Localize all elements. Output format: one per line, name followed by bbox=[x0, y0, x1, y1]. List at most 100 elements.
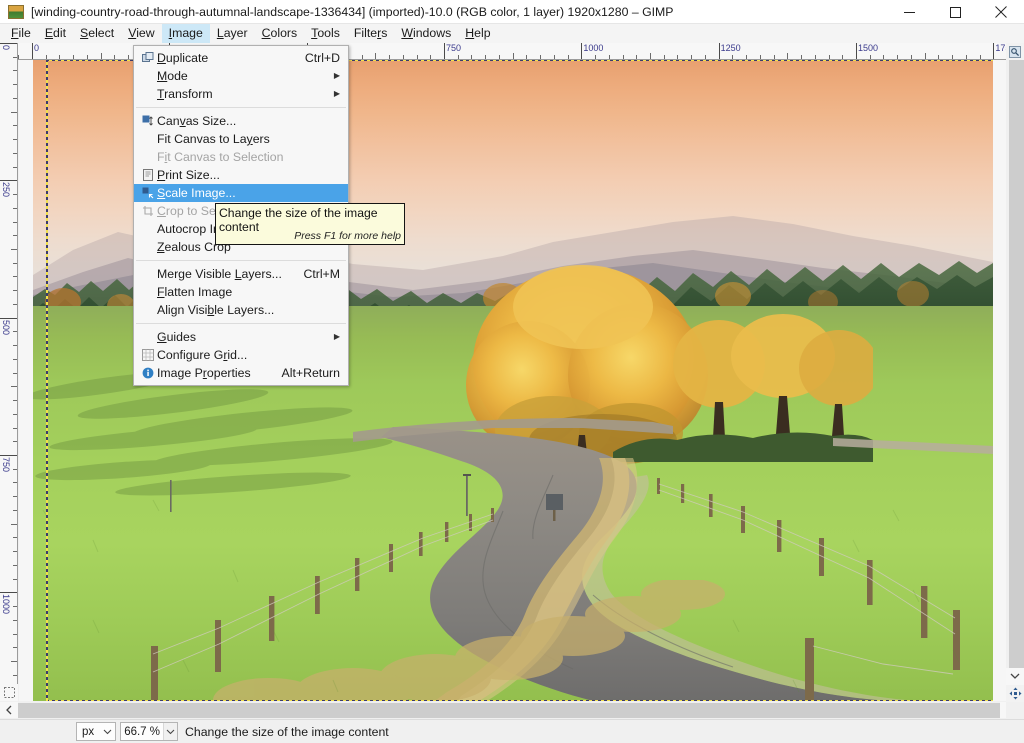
ruler-tick bbox=[828, 55, 830, 59]
ruler-tick bbox=[553, 55, 555, 59]
scroll-down-button[interactable] bbox=[1006, 668, 1024, 685]
menubar-item-help[interactable]: Help bbox=[458, 24, 497, 43]
zoom-image-button[interactable] bbox=[1006, 43, 1024, 60]
ruler-tick bbox=[11, 386, 17, 388]
tooltip-help-hint: Press F1 for more help bbox=[294, 230, 401, 242]
menu-item-configure-grid[interactable]: Configure Grid... bbox=[134, 346, 348, 364]
menu-label: Print Size... bbox=[157, 168, 220, 182]
menu-item-merge-visible-layers[interactable]: Merge Visible Layers... Ctrl+M bbox=[134, 265, 348, 283]
menubar-item-file[interactable]: File bbox=[4, 24, 38, 43]
ruler-tick bbox=[114, 55, 116, 59]
window-resize-grip[interactable] bbox=[1006, 702, 1024, 718]
menubar-item-tools[interactable]: Tools bbox=[304, 24, 347, 43]
ruler-tick bbox=[869, 55, 871, 59]
ruler-tick bbox=[0, 43, 17, 44]
chevron-down-icon[interactable] bbox=[163, 723, 177, 740]
ruler-tick bbox=[45, 55, 47, 59]
ruler-tick bbox=[993, 43, 995, 59]
menubar-item-filters[interactable]: Filters bbox=[347, 24, 395, 43]
ruler-tick bbox=[856, 43, 857, 59]
menu-label: Align Visible Layers... bbox=[157, 303, 275, 317]
minimize-button[interactable] bbox=[886, 0, 932, 24]
ruler-tick bbox=[402, 55, 404, 59]
menu-label: Fit Canvas to Selection bbox=[157, 150, 284, 164]
ruler-tick bbox=[11, 523, 17, 525]
menubar-item-windows[interactable]: Windows bbox=[394, 24, 458, 43]
ruler-tick bbox=[663, 55, 665, 59]
maximize-button[interactable] bbox=[932, 0, 978, 24]
ruler-tick bbox=[13, 303, 17, 305]
ruler-tick bbox=[457, 55, 459, 59]
scale-image-icon bbox=[139, 185, 156, 201]
scroll-left-button[interactable] bbox=[0, 702, 18, 718]
menu-item-canvas-size[interactable]: Canvas Size... bbox=[134, 112, 348, 130]
ruler-label-v: 750 bbox=[1, 457, 11, 473]
ruler-tick bbox=[526, 55, 528, 59]
menubar-item-image[interactable]: Image bbox=[161, 24, 210, 43]
far-road-strip bbox=[833, 438, 993, 454]
menu-item-image-properties[interactable]: Image Properties Alt+Return bbox=[134, 364, 348, 382]
ruler-tick bbox=[13, 207, 17, 209]
window-title: [winding-country-road-through-autumnal-l… bbox=[31, 4, 674, 19]
canvas-size-icon bbox=[139, 113, 156, 129]
menu-item-flatten-image[interactable]: Flatten Image bbox=[134, 283, 348, 301]
menu-item-guides[interactable]: Guides ▶ bbox=[134, 328, 348, 346]
menu-item-print-size[interactable]: Print Size... bbox=[134, 166, 348, 184]
ruler-tick bbox=[13, 578, 17, 580]
menu-item-mode[interactable]: Mode ▶ bbox=[134, 67, 348, 85]
ruler-tick bbox=[13, 413, 17, 415]
ruler-tick bbox=[13, 400, 17, 402]
ruler-tick bbox=[11, 111, 17, 113]
ruler-tick bbox=[13, 70, 17, 72]
status-bar: px 66.7 % Change the size of the image c… bbox=[0, 719, 1024, 743]
horizontal-scrollbar[interactable] bbox=[18, 702, 1006, 718]
menubar-item-edit[interactable]: Edit bbox=[38, 24, 73, 43]
quick-mask-toggle[interactable] bbox=[0, 684, 18, 701]
menubar-item-select[interactable]: Select bbox=[73, 24, 121, 43]
ruler-tick bbox=[11, 661, 17, 662]
ruler-tick bbox=[498, 55, 500, 59]
vertical-scrollbar[interactable] bbox=[1006, 60, 1024, 668]
ruler-label-v: 500 bbox=[1, 319, 11, 335]
distant-road-segment bbox=[353, 418, 673, 442]
grid-icon bbox=[139, 347, 156, 363]
ruler-tick bbox=[13, 372, 17, 374]
menu-item-align-visible-layers[interactable]: Align Visible Layers... bbox=[134, 301, 348, 319]
menu-item-transform[interactable]: Transform ▶ bbox=[134, 85, 348, 103]
ruler-tick bbox=[759, 55, 761, 59]
menu-item-fit-canvas-to-layers[interactable]: Fit Canvas to Layers bbox=[134, 130, 348, 148]
ruler-tick bbox=[0, 317, 17, 319]
menubar-item-view[interactable]: View bbox=[121, 24, 161, 43]
ruler-tick bbox=[0, 455, 17, 456]
menubar-item-layer[interactable]: Layer bbox=[210, 24, 255, 43]
horizontal-scrollbar-thumb[interactable] bbox=[18, 703, 1006, 718]
crop-icon bbox=[139, 203, 156, 219]
unit-selector[interactable]: px bbox=[76, 722, 116, 741]
vertical-ruler[interactable]: 025050075010001250 bbox=[0, 43, 18, 701]
navigation-preview-button[interactable] bbox=[1006, 685, 1024, 702]
status-message: Change the size of the image content bbox=[185, 724, 389, 739]
menu-label: Scale Image... bbox=[157, 186, 236, 200]
ruler-tick bbox=[746, 55, 748, 59]
menubar-item-colors[interactable]: Colors bbox=[255, 24, 305, 43]
ruler-tick bbox=[13, 482, 17, 484]
vertical-scrollbar-thumb[interactable] bbox=[1009, 60, 1024, 668]
menu-label: Configure Grid... bbox=[157, 348, 248, 362]
ruler-tick bbox=[608, 55, 610, 59]
blank-icon bbox=[139, 68, 156, 84]
menu-item-scale-image[interactable]: Scale Image... bbox=[134, 184, 348, 202]
ruler-tick bbox=[100, 53, 102, 59]
ruler-tick bbox=[952, 55, 954, 59]
ruler-tick bbox=[13, 509, 17, 511]
ruler-tick bbox=[0, 180, 17, 182]
close-button[interactable] bbox=[978, 0, 1024, 24]
menu-separator bbox=[136, 260, 346, 261]
zoom-selector[interactable]: 66.7 % bbox=[120, 722, 178, 741]
ruler-tick bbox=[13, 619, 17, 621]
ruler-tick bbox=[13, 468, 17, 470]
menu-separator bbox=[136, 107, 346, 108]
ruler-tick bbox=[704, 55, 706, 59]
ruler-tick bbox=[13, 537, 17, 539]
ruler-tick bbox=[622, 55, 624, 59]
menu-item-duplicate[interactable]: Duplicate Ctrl+D bbox=[134, 49, 348, 67]
